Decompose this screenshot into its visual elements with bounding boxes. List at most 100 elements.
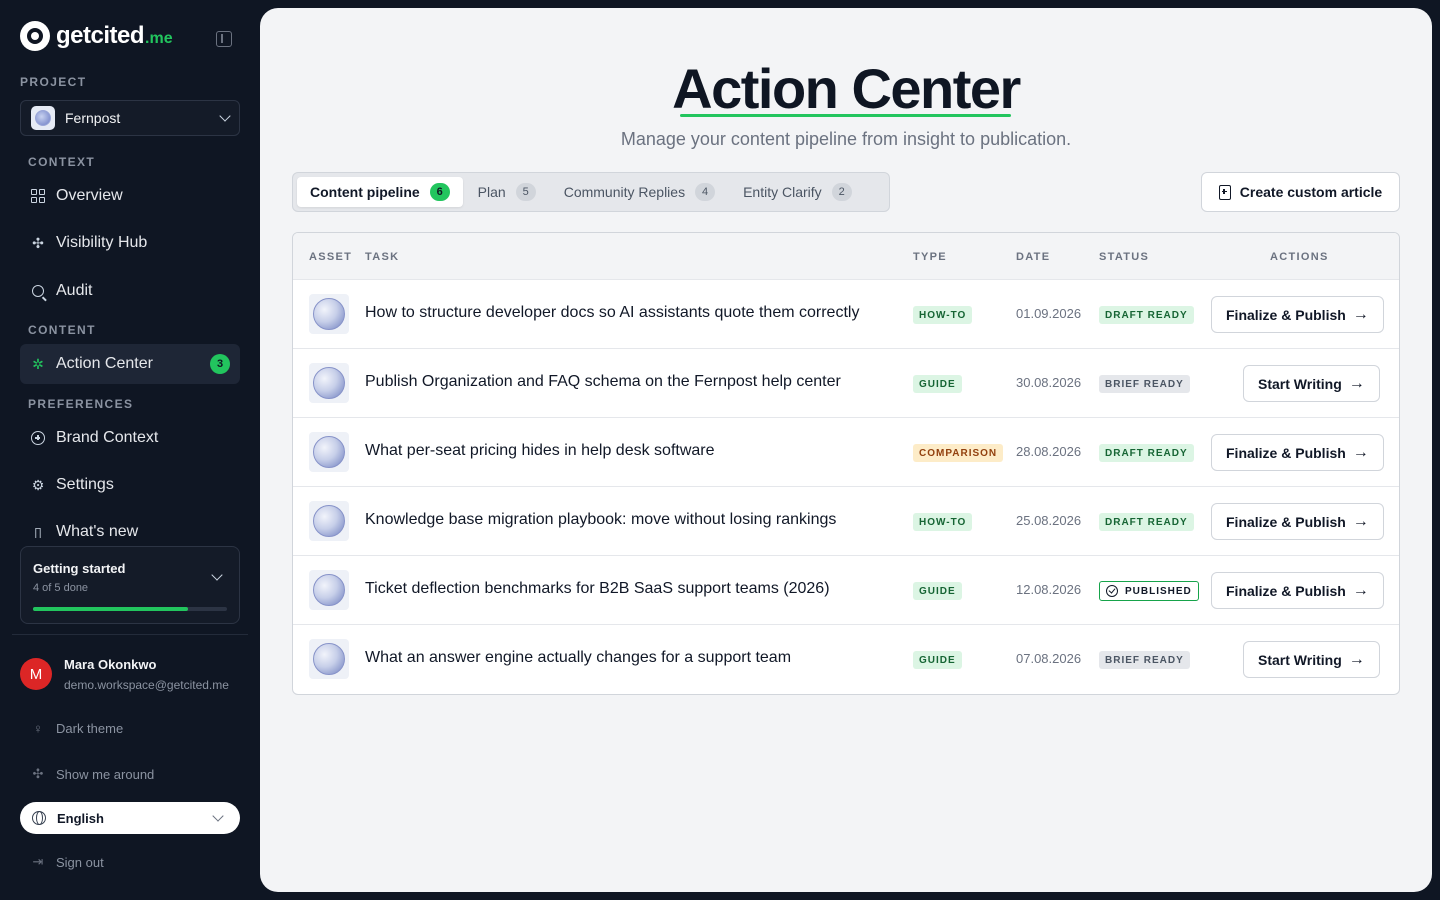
show-me-around-button[interactable]: ✣ Show me around xyxy=(30,764,155,784)
globe-icon xyxy=(32,811,46,825)
project-select[interactable]: Fernpost xyxy=(20,100,240,136)
type-badge: GUIDE xyxy=(913,375,962,393)
task-title[interactable]: Knowledge base migration playbook: move … xyxy=(365,511,836,529)
globe-icon xyxy=(313,436,345,468)
page-subtitle: Manage your content pipeline from insigh… xyxy=(620,129,1072,149)
getting-started-card[interactable]: Getting started 4 of 5 done xyxy=(20,546,240,624)
task-title[interactable]: What per-seat pricing hides in help desk… xyxy=(365,442,715,460)
globe-icon xyxy=(313,505,345,537)
table-row[interactable]: What per-seat pricing hides in help desk… xyxy=(293,418,1399,487)
tab-label: Content pipeline xyxy=(310,184,420,200)
task-title[interactable]: Ticket deflection benchmarks for B2B Saa… xyxy=(365,580,830,598)
column-header-task: TASK xyxy=(365,251,400,263)
getting-started-title: Getting started xyxy=(33,561,126,576)
tab-count: 4 xyxy=(695,183,716,201)
status-badge: PUBLISHED xyxy=(1099,581,1199,601)
sparkle-icon: ✲ xyxy=(32,355,44,372)
type-badge: COMPARISON xyxy=(913,444,1004,462)
row-date: 01.09.2026 xyxy=(1016,306,1082,321)
create-button-label: Create custom article xyxy=(1239,184,1383,200)
brand-name: getcited xyxy=(56,22,145,49)
create-custom-article-button[interactable]: Create custom article xyxy=(1201,172,1400,212)
getting-started-progress-text: 4 of 5 done xyxy=(33,582,89,594)
tab-content-pipeline[interactable]: Content pipeline 6 xyxy=(297,177,463,207)
tab-count: 2 xyxy=(831,183,852,201)
tab-community-replies[interactable]: Community Replies 4 xyxy=(551,177,728,207)
status-badge: BRIEF READY xyxy=(1099,375,1190,393)
row-date: 28.08.2026 xyxy=(1016,444,1082,459)
type-badge: HOW-TO xyxy=(913,513,973,531)
tab-count: 6 xyxy=(429,183,450,201)
table-row[interactable]: Knowledge base migration playbook: move … xyxy=(293,487,1399,556)
finalize-publish-button[interactable]: Finalize & Publish → xyxy=(1211,503,1384,540)
sidebar-item-overview[interactable]: Overview xyxy=(20,176,240,216)
arrow-right-icon: → xyxy=(1348,650,1365,668)
collapse-sidebar-icon[interactable] xyxy=(216,31,232,47)
sidebar-item-brand-context[interactable]: Brand Context xyxy=(20,418,240,458)
task-title[interactable]: How to structure developer docs so AI as… xyxy=(365,304,859,322)
language-select[interactable]: English xyxy=(20,802,240,834)
column-header-date: DATE xyxy=(1016,251,1051,263)
sidebar-item-visibility-hub[interactable]: ✣ Visibility Hub xyxy=(20,223,240,263)
user-name: Mara Okonkwo xyxy=(64,656,157,672)
globe-icon xyxy=(313,574,345,606)
table-row[interactable]: Publish Organization and FAQ schema on t… xyxy=(293,349,1399,418)
lightbulb-icon: ♀ xyxy=(33,720,43,736)
start-writing-button[interactable]: Start Writing → xyxy=(1243,365,1380,402)
sidebar-item-whats-new[interactable]: ▯ What's new xyxy=(20,512,240,538)
sidebar-item-audit[interactable]: Audit xyxy=(20,271,240,311)
sidebar-item-action-center[interactable]: ✲ Action Center 3 xyxy=(20,344,240,384)
language-value: English xyxy=(57,810,104,826)
table-header: ASSET TASK TYPE DATE STATUS ACTIONS xyxy=(293,233,1399,280)
avatar: M xyxy=(20,658,52,690)
sign-out-label: Sign out xyxy=(56,854,104,870)
column-header-status: STATUS xyxy=(1099,251,1150,263)
status-badge: DRAFT READY xyxy=(1099,513,1194,531)
tab-entity-clarify[interactable]: Entity Clarify 2 xyxy=(730,177,865,207)
tab-label: Community Replies xyxy=(563,184,686,200)
task-title[interactable]: What an answer engine actually changes f… xyxy=(365,649,791,667)
type-badge: GUIDE xyxy=(913,651,962,669)
start-writing-button[interactable]: Start Writing → xyxy=(1243,641,1380,678)
globe-icon xyxy=(313,643,345,675)
finalize-publish-button[interactable]: Finalize & Publish → xyxy=(1211,572,1384,609)
action-label: Finalize & Publish xyxy=(1226,444,1346,461)
tab-plan[interactable]: Plan 5 xyxy=(465,177,549,207)
check-circle-icon xyxy=(1106,585,1118,597)
brand-tld: .me xyxy=(145,30,173,47)
document-icon: ▯ xyxy=(34,523,42,539)
divider xyxy=(12,634,248,635)
dark-theme-label: Dark theme xyxy=(56,720,124,736)
table-row[interactable]: What an answer engine actually changes f… xyxy=(293,625,1399,694)
action-label: Finalize & Publish xyxy=(1226,306,1346,323)
finalize-publish-button[interactable]: Finalize & Publish → xyxy=(1211,296,1384,333)
task-title[interactable]: Publish Organization and FAQ schema on t… xyxy=(365,373,841,391)
progress-fill xyxy=(33,607,189,611)
chevron-down-icon xyxy=(212,810,224,822)
search-icon xyxy=(30,283,46,299)
action-label: Start Writing xyxy=(1258,375,1342,392)
tab-label: Entity Clarify xyxy=(743,184,822,200)
user-profile[interactable]: M Mara Okonkwo demo.workspace@getcited.m… xyxy=(20,654,250,694)
sidebar-scroll-clip: ▯ What's new xyxy=(20,512,240,538)
satellite-icon: ✣ xyxy=(32,766,44,781)
main-panel: Action Center Manage your content pipeli… xyxy=(260,8,1432,892)
title-underline xyxy=(680,114,1011,117)
sign-out-button[interactable]: ⇥ Sign out xyxy=(30,852,104,872)
globe-icon xyxy=(313,367,345,399)
sidebar-item-settings[interactable]: ⚙ Settings xyxy=(20,465,240,505)
logo-icon xyxy=(20,21,50,51)
tab-bar: Content pipeline 6 Plan 5 Community Repl… xyxy=(292,172,890,212)
table-row[interactable]: How to structure developer docs so AI as… xyxy=(293,280,1399,349)
brand-logo[interactable]: getcited .me xyxy=(20,20,240,52)
page-title: Action Center xyxy=(672,57,1021,120)
section-label-preferences: PREFERENCES xyxy=(28,397,134,411)
finalize-publish-button[interactable]: Finalize & Publish → xyxy=(1211,434,1384,471)
content-pipeline-table: ASSET TASK TYPE DATE STATUS ACTIONS How … xyxy=(292,232,1400,695)
user-email: demo.workspace@getcited.me xyxy=(64,677,229,692)
table-row[interactable]: Ticket deflection benchmarks for B2B Saa… xyxy=(293,556,1399,625)
dark-theme-toggle[interactable]: ♀ Dark theme xyxy=(30,718,123,738)
status-badge: DRAFT READY xyxy=(1099,306,1194,324)
project-avatar xyxy=(31,106,55,130)
globe-icon xyxy=(313,298,345,330)
